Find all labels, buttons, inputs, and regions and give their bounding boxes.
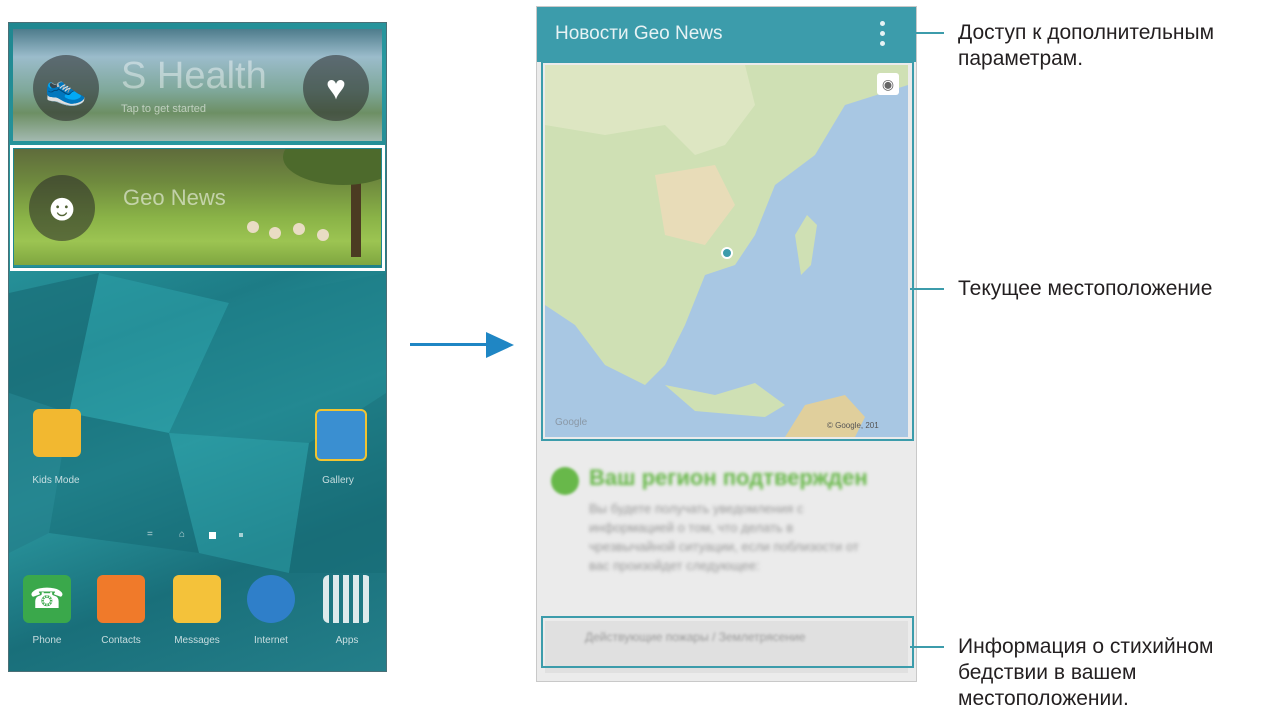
current-location-callout: Текущее местоположение: [958, 277, 1213, 300]
region-confirmed-text: Вы будете получать уведомления с информа…: [589, 501, 859, 573]
running-shoe-icon: 👟: [33, 55, 99, 121]
map-highlight: [541, 61, 914, 441]
disaster-info-callout-line: [910, 646, 944, 648]
shealth-title: S Health: [121, 55, 267, 97]
phone-label: Phone: [32, 635, 62, 646]
current-location-callout-line: [910, 288, 944, 290]
messages-icon[interactable]: [173, 575, 221, 623]
gallery-icon[interactable]: [315, 409, 367, 461]
heart-rate-icon: ♥: [303, 55, 369, 121]
shealth-widget[interactable]: 👟 ♥ S Health Tap to get started: [13, 29, 382, 141]
internet-icon[interactable]: [247, 575, 295, 623]
transition-arrow: [410, 343, 490, 346]
app-header: Новости Geo News: [537, 7, 916, 62]
home-screen: 👟 ♥ S Health Tap to get started ☻ Geo Ne…: [8, 22, 387, 672]
messages-label: Messages: [174, 635, 220, 646]
app-title: Новости Geo News: [555, 23, 723, 44]
more-options-callout-line: [898, 32, 944, 34]
contacts-label: Contacts: [101, 635, 141, 646]
apps-label: Apps: [335, 635, 359, 646]
gallery-label: Gallery: [322, 475, 354, 486]
region-confirmed-title: Ваш регион подтвержден: [589, 465, 868, 490]
page-dot-active: [209, 532, 216, 539]
page-dot: [239, 533, 243, 537]
more-options-icon[interactable]: [877, 21, 889, 49]
disaster-info-callout: Информация о стихийном бедствии в вашем …: [958, 635, 1214, 710]
more-options-callout: Доступ к дополнительным параметрам.: [958, 21, 1215, 70]
region-confirmed-card: Ваш регион подтвержден Вы будете получат…: [545, 459, 908, 609]
internet-label: Internet: [254, 635, 288, 646]
check-circle-icon: [551, 467, 579, 495]
menu-indicator-icon: =: [147, 529, 153, 540]
home-indicator-icon: ⌂: [179, 529, 186, 540]
shealth-subtitle: Tap to get started: [121, 103, 206, 115]
contacts-icon[interactable]: [97, 575, 145, 623]
apps-grid-icon[interactable]: [323, 575, 371, 623]
kids-mode-label: Kids Mode: [32, 475, 80, 486]
disaster-highlight: [541, 616, 914, 668]
kids-mode-icon[interactable]: [33, 409, 81, 457]
phone-icon[interactable]: ☎: [23, 575, 71, 623]
transition-arrow-head: [486, 332, 514, 358]
page-indicator: = ⌂: [147, 529, 247, 541]
geonews-widget-highlight: [10, 145, 385, 271]
